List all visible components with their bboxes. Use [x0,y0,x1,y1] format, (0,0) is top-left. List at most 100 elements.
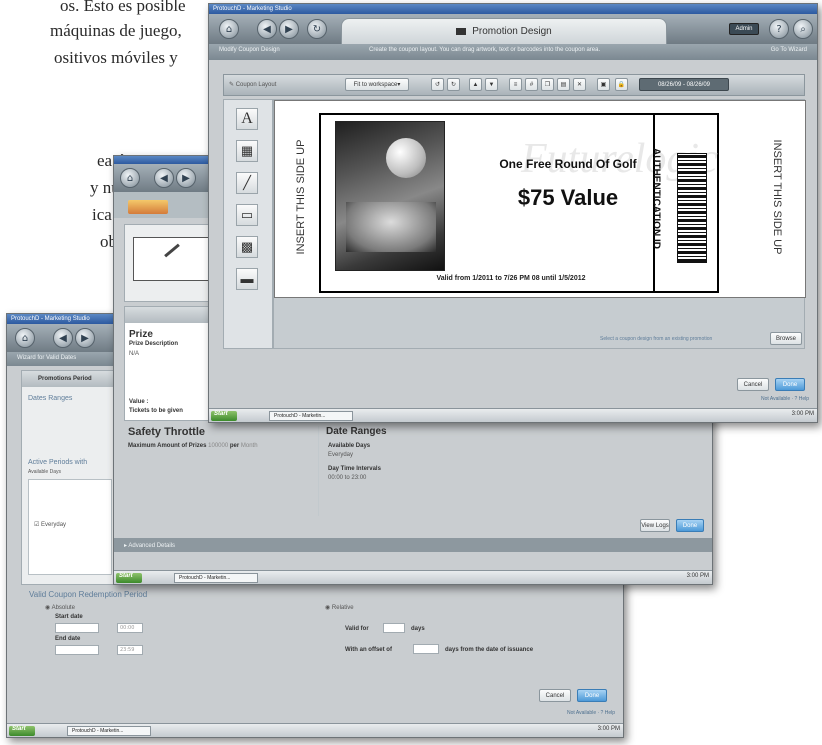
taskbar-item[interactable]: ProtouchD - Marketin... [174,573,258,583]
valid-coupon-label: Valid Coupon Redemption Period [29,590,148,599]
coupon-ticket[interactable]: Futurelogic One Free Round Of Golf $75 V… [319,113,719,293]
prize-description-label: Prize Description [129,341,179,347]
done-button[interactable]: Done [577,689,607,702]
everyday-checkbox[interactable]: ☑ Everyday [34,521,66,528]
section-title: Promotions Period [38,376,92,382]
max-amount-row: Maximum Amount of Prizes 100000 per Mont… [128,443,258,449]
coupon-preview [124,224,214,302]
valid-for-label: Valid for [345,626,369,632]
clock: 3:00 PM [791,411,814,417]
insert-side-label-right: INSERT THIS SIDE UP [771,139,783,255]
available-days-label: Available Days [328,443,371,449]
prize-description-value: N/A [129,351,140,357]
taskbar-item[interactable]: ProtouchD - Marketin... [67,726,151,736]
promotions-period-panel: Promotions Period Dates Ranges Active Pe… [21,370,117,585]
forward-icon[interactable]: ▶ [279,19,299,39]
authentication-id-label: AUTHENTICATION ID [650,148,662,249]
design-subbar: Modify Coupon Design Create the coupon l… [209,44,817,60]
end-date-field[interactable] [55,645,99,655]
text-tool-icon[interactable]: A [236,108,258,130]
tickets-label: Tickets to be given [129,408,183,414]
safety-throttle-heading: Safety Throttle [128,426,206,438]
available-days-label: Available Days [28,469,61,475]
barcode-icon[interactable] [677,153,707,263]
value-label: Value : [129,399,149,405]
front-window: ProtouchD - Marketing Studio ⌂ ◀ ▶ ↻ Pro… [208,3,818,423]
date-range-field[interactable]: 08/26/09 - 08/26/09 [639,78,729,91]
start-button[interactable]: Start [211,411,237,421]
back-icon[interactable]: ◀ [257,19,277,39]
taskbar: Start ProtouchD - Marketin... 3:00 PM [209,408,817,422]
toolbar: ⌂ ◀ ▶ ↻ Promotion Design Admin ? ⌕ [209,14,817,44]
paste-icon[interactable]: ▤ [557,78,570,91]
rotate-right-icon[interactable]: ↻ [447,78,460,91]
copy-icon[interactable]: ❐ [541,78,554,91]
view-logs-button[interactable]: View Logs [640,519,670,532]
cancel-button[interactable]: Cancel [539,689,571,702]
lock-icon[interactable]: 🔒 [615,78,628,91]
forward-icon[interactable]: ▶ [75,328,95,348]
search-icon[interactable]: ⌕ [793,19,813,39]
send-back-icon[interactable]: ▼ [485,78,498,91]
user-label[interactable]: Admin [729,23,759,35]
coupon-value[interactable]: $75 Value [483,185,653,211]
done-button[interactable]: Done [775,378,805,391]
save-icon[interactable]: ▣ [597,78,610,91]
browse-button[interactable]: Browse [770,332,802,345]
delete-icon[interactable]: ✕ [573,78,586,91]
absolute-radio[interactable]: ◉ Absolute [45,604,75,611]
grid-icon[interactable]: # [525,78,538,91]
barcode-tool-icon[interactable]: ▬ [236,268,258,290]
refresh-icon[interactable]: ↻ [307,19,327,39]
valid-dates-text[interactable]: Valid from 1/2011 to 7/26 PM 08 until 1/… [371,275,651,282]
bring-front-icon[interactable]: ▲ [469,78,482,91]
advanced-details-toggle[interactable]: ▸ Advanced Details [124,542,175,549]
clock: 3:00 PM [686,573,709,579]
start-time-field[interactable]: 00:00 [117,623,143,633]
picture-tool-icon[interactable]: ▩ [236,236,258,258]
home-icon[interactable]: ⌂ [120,168,140,188]
end-time-field[interactable]: 23:59 [117,645,143,655]
everyday-value: Everyday [328,452,354,458]
days-label: days [411,626,425,632]
rotate-left-icon[interactable]: ↺ [431,78,444,91]
line-tool-icon[interactable]: ╱ [236,172,258,194]
date-ranges-heading: Date Ranges [326,426,387,437]
insert-side-label-left: INSERT THIS SIDE UP [295,139,307,255]
align-icon[interactable]: ≡ [509,78,522,91]
back-icon[interactable]: ◀ [53,328,73,348]
time-range-value: 00:00 to 23:00 [328,475,367,481]
status-text: Not Available · ? Help [761,396,809,402]
back-icon[interactable]: ◀ [154,168,174,188]
select-design-hint: Select a coupon design from an existing … [600,336,713,342]
done-button[interactable]: Done [676,519,704,532]
coupon-title[interactable]: One Free Round Of Golf [483,157,653,171]
rectangle-tool-icon[interactable]: ▭ [236,204,258,226]
forward-icon[interactable]: ▶ [176,168,196,188]
taskbar-item[interactable]: ProtouchD - Marketin... [269,411,353,421]
coupon-canvas[interactable]: INSERT THIS SIDE UP Futurelogic One Free… [274,100,806,298]
start-button[interactable]: Start [116,573,142,583]
start-date-field[interactable] [55,623,99,633]
start-button[interactable]: Start [9,726,35,736]
cancel-button[interactable]: Cancel [737,378,769,391]
promotion-icon [456,28,467,35]
start-date-label: Start date [55,614,83,620]
tool-palette: A ▦ ╱ ▭ ▩ ▬ [223,99,273,349]
home-icon[interactable]: ⌂ [15,328,35,348]
valid-for-field[interactable] [383,623,405,633]
home-icon[interactable]: ⌂ [219,19,239,39]
tab-promotion-design[interactable]: Promotion Design [341,18,667,44]
fit-dropdown[interactable]: Fit to workspace ▾ [345,78,409,91]
offset-field[interactable] [413,644,439,654]
coupon-layout-label: ✎ Coupon Layout [229,82,277,88]
relative-radio[interactable]: ◉ Relative [325,604,354,611]
status-text: Not Available · ? Help [567,710,615,716]
design-workspace: INSERT THIS SIDE UP Futurelogic One Free… [273,99,806,349]
dates-ranges-label: Dates Ranges [28,395,73,402]
golf-ball-artwork[interactable] [335,121,445,271]
days-from-label: days from the date of issuance [445,647,534,653]
help-icon[interactable]: ? [769,19,789,39]
offset-label: With an offset of [345,647,392,653]
image-tool-icon[interactable]: ▦ [236,140,258,162]
